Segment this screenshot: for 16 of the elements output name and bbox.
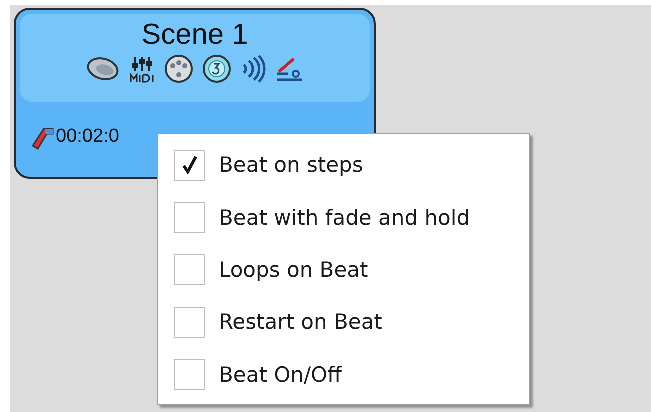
- checkbox[interactable]: [174, 359, 205, 390]
- checkbox[interactable]: [174, 202, 205, 234]
- checkbox[interactable]: [174, 254, 205, 286]
- checkbox[interactable]: [174, 150, 205, 181]
- midi-mixer-icon: [130, 55, 156, 83]
- menu-item[interactable]: Beat On/Off: [158, 348, 529, 401]
- duration-text: 00:02:0: [56, 126, 120, 148]
- numbered-disc-icon: [202, 54, 232, 84]
- dmx-connector-icon: [164, 54, 194, 84]
- menu-item[interactable]: Beat with fade and hold: [158, 191, 529, 244]
- check-icon: [182, 156, 198, 174]
- scene-title: Scene 1: [142, 18, 248, 52]
- checkbox[interactable]: [174, 306, 205, 338]
- menu-item[interactable]: Loops on Beat: [158, 244, 529, 296]
- menu-item[interactable]: Restart on Beat: [158, 296, 529, 349]
- fader-icon: [274, 56, 304, 82]
